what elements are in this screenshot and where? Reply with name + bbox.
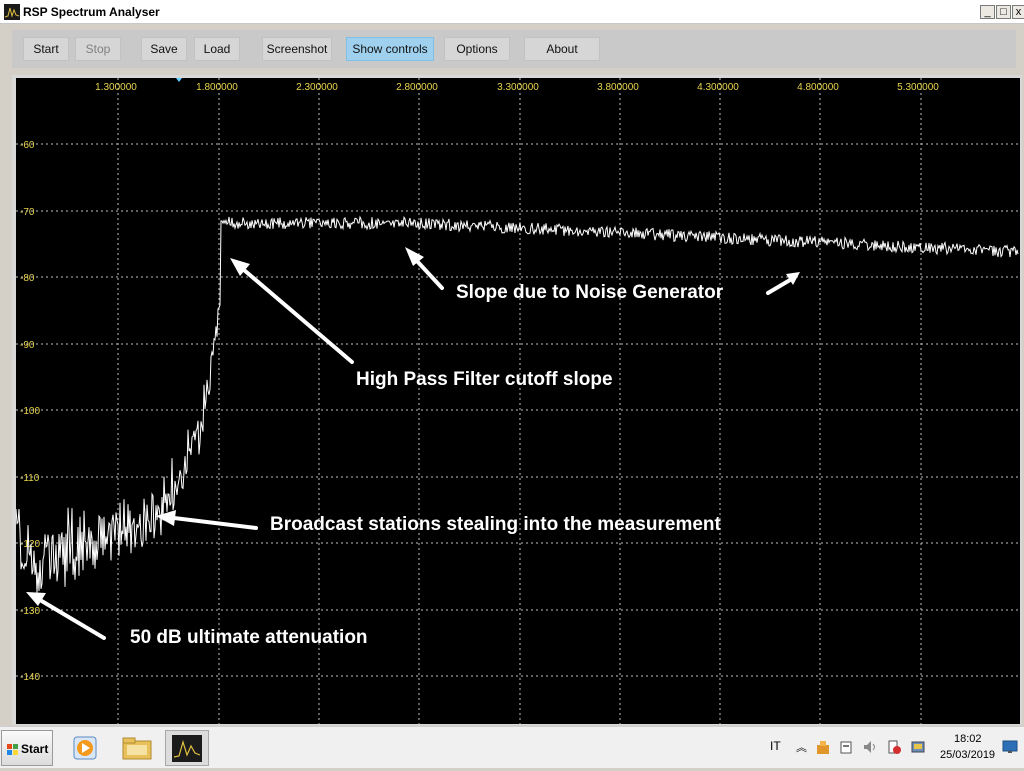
show-controls-button[interactable]: Show controls — [346, 37, 434, 61]
load-button[interactable]: Load — [194, 37, 240, 61]
app-icon — [4, 4, 20, 20]
y-tick-label: -70 — [20, 207, 35, 218]
y-tick-label: -60 — [20, 140, 35, 151]
arrow-noise-generator-right — [766, 278, 792, 295]
tray-device-icon[interactable] — [838, 739, 854, 755]
y-tick-label: -130 — [20, 606, 40, 617]
spectrum-trace — [16, 215, 1019, 593]
y-tick-label: -80 — [20, 273, 35, 284]
windows-logo-icon — [7, 744, 18, 755]
folder-icon — [122, 737, 152, 760]
options-button[interactable]: Options — [444, 37, 510, 61]
save-button[interactable]: Save — [141, 37, 187, 61]
tray-security-icon[interactable] — [910, 739, 926, 755]
minimize-button[interactable]: _ — [980, 5, 995, 19]
window-title: RSP Spectrum Analyser — [23, 5, 160, 19]
arrow-head — [156, 510, 176, 526]
taskbar-file-explorer[interactable] — [115, 730, 159, 766]
annotation-highpass-cutoff: High Pass Filter cutoff slope — [356, 369, 613, 390]
arrow-broadcast-stations — [172, 516, 258, 530]
x-tick-label: 4.300000 — [697, 82, 739, 93]
media-player-icon — [73, 736, 97, 760]
spectrum-plot[interactable]: 1.300000 1.800000 2.300000 2.800000 3.30… — [16, 78, 1020, 724]
tray-expand-chevron-icon[interactable]: ︽ — [796, 739, 807, 755]
stop-button[interactable]: Stop — [75, 37, 121, 61]
x-tick-label: 1.300000 — [95, 82, 137, 93]
screenshot-button[interactable]: Screenshot — [262, 37, 332, 61]
x-tick-label: 3.800000 — [597, 82, 639, 93]
annotation-ultimate-attenuation: 50 dB ultimate attenuation — [130, 627, 368, 648]
taskbar: Start IT ︽ 18:02 25/03/2019 — [0, 726, 1024, 768]
close-button[interactable]: x — [1012, 5, 1024, 19]
about-button[interactable]: About — [524, 37, 600, 61]
start-menu-label: Start — [21, 742, 49, 756]
title-bar: RSP Spectrum Analyser _ □ x — [0, 0, 1024, 24]
spectrum-app-icon — [172, 735, 202, 762]
y-tick-label: -100 — [20, 406, 40, 417]
taskbar-spectrum-analyser[interactable] — [165, 730, 209, 766]
spectrum-svg[interactable]: 1.300000 1.800000 2.300000 2.800000 3.30… — [16, 78, 1020, 724]
x-tick-label: 4.800000 — [797, 82, 839, 93]
arrow-highpass-cutoff — [242, 268, 354, 364]
marker-triangle-icon[interactable] — [176, 78, 182, 82]
annotation-broadcast-stations: Broadcast stations stealing into the mea… — [270, 514, 722, 535]
y-tick-label: -140 — [20, 672, 40, 683]
toolbar: Start Stop Save Load Screenshot Show con… — [12, 30, 1016, 68]
tray-network-icon[interactable] — [815, 739, 831, 755]
start-menu-button[interactable]: Start — [1, 730, 53, 766]
x-tick-label: 1.800000 — [196, 82, 238, 93]
show-desktop-icon[interactable] — [1002, 740, 1018, 754]
y-tick-label: -110 — [20, 473, 40, 484]
arrow-ultimate-attenuation — [38, 598, 106, 640]
maximize-button[interactable]: □ — [996, 5, 1011, 19]
tray-action-center-icon[interactable] — [886, 739, 902, 755]
taskbar-media-player[interactable] — [64, 730, 108, 766]
x-tick-label: 5.300000 — [897, 82, 939, 93]
language-indicator[interactable]: IT — [770, 739, 781, 753]
x-tick-label: 2.300000 — [296, 82, 338, 93]
clock-time[interactable]: 18:02 — [954, 733, 982, 745]
arrow-noise-generator-left — [414, 258, 444, 290]
x-tick-label: 3.300000 — [497, 82, 539, 93]
y-tick-label: -90 — [20, 340, 35, 351]
annotation-noise-generator: Slope due to Noise Generator — [456, 282, 724, 303]
start-button[interactable]: Start — [23, 37, 69, 61]
tray-volume-icon[interactable] — [862, 739, 878, 755]
clock-date[interactable]: 25/03/2019 — [940, 749, 995, 761]
x-tick-label: 2.800000 — [396, 82, 438, 93]
